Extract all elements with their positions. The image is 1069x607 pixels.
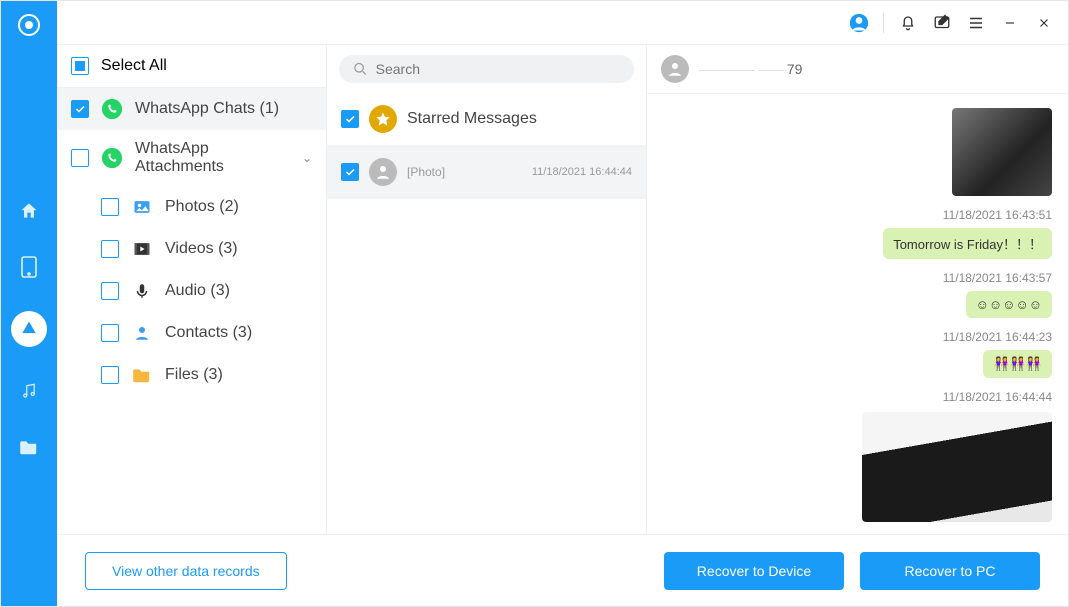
checkbox[interactable] [71, 100, 89, 118]
close-icon[interactable] [1034, 13, 1054, 33]
whatsapp-icon [101, 147, 123, 169]
message-photo[interactable] [952, 108, 1052, 196]
message-time: 11/18/2021 16:43:57 [943, 271, 1052, 285]
search-input[interactable] [376, 61, 620, 77]
nav-home-icon[interactable] [17, 199, 41, 223]
checkbox[interactable] [101, 198, 119, 216]
conversation-panel: ———— ——79 11/18/2021 16:43:51 Tomorrow i… [647, 45, 1068, 534]
tree-item-whatsapp-chats[interactable]: WhatsApp Chats (1) [57, 88, 326, 130]
bell-icon[interactable] [898, 13, 918, 33]
conversation-header: ———— ——79 [647, 45, 1068, 94]
checkbox[interactable] [101, 240, 119, 258]
search-box[interactable] [339, 55, 634, 83]
avatar-icon [661, 55, 689, 83]
top-toolbar [57, 1, 1068, 45]
select-all-label: Select All [101, 57, 167, 75]
tree-item-contacts[interactable]: Contacts (3) [57, 312, 326, 354]
files-icon [131, 364, 153, 386]
profile-icon[interactable] [849, 13, 869, 33]
nav-music-icon[interactable] [17, 379, 41, 403]
tree-item-audio[interactable]: Audio (3) [57, 270, 326, 312]
toolbar-divider [883, 13, 884, 33]
contacts-icon [131, 322, 153, 344]
message-time: 11/18/2021 16:44:44 [943, 390, 1052, 404]
photos-icon [131, 196, 153, 218]
checkbox[interactable] [341, 163, 359, 181]
avatar-icon [369, 158, 397, 186]
tree-item-photos[interactable]: Photos (2) [57, 186, 326, 228]
checkbox[interactable] [101, 366, 119, 384]
nav-cloud-icon[interactable] [11, 311, 47, 347]
star-icon [369, 105, 397, 133]
message-bubble: ☺☺☺☺☺ [966, 291, 1052, 318]
tree-item-label: Audio (3) [165, 282, 230, 300]
view-other-records-button[interactable]: View other data records [85, 552, 287, 590]
videos-icon [131, 238, 153, 260]
footer-bar: View other data records Recover to Devic… [57, 534, 1068, 606]
category-tree: Select All WhatsApp Chats (1) [57, 45, 327, 534]
contact-name: ———— ——79 [699, 61, 802, 77]
tree-item-label: Contacts (3) [165, 324, 252, 342]
chat-list-panel: Starred Messages [Photo] 11/18/2021 16:4… [327, 45, 647, 534]
whatsapp-icon [101, 98, 123, 120]
select-all-row[interactable]: Select All [57, 45, 326, 88]
chat-time: 11/18/2021 16:44:44 [532, 166, 632, 178]
tree-item-whatsapp-attachments[interactable]: WhatsApp Attachments ⌄ [57, 130, 326, 186]
tree-item-files[interactable]: Files (3) [57, 354, 326, 396]
search-icon [353, 61, 368, 77]
checkbox[interactable] [101, 324, 119, 342]
chat-row-starred[interactable]: Starred Messages [327, 93, 646, 146]
feedback-icon[interactable] [932, 13, 952, 33]
tree-item-label: Photos (2) [165, 198, 239, 216]
message-time: 11/18/2021 16:44:23 [943, 330, 1052, 344]
chevron-down-icon[interactable]: ⌄ [302, 151, 312, 165]
chat-label: Starred Messages [407, 110, 537, 128]
chat-preview: [Photo] [407, 165, 522, 179]
message-list[interactable]: 11/18/2021 16:43:51 Tomorrow is Friday！！… [647, 94, 1068, 534]
left-navbar [1, 1, 57, 606]
tree-item-label: WhatsApp Attachments [135, 140, 290, 176]
tree-item-videos[interactable]: Videos (3) [57, 228, 326, 270]
checkbox[interactable] [101, 282, 119, 300]
tree-item-label: Files (3) [165, 366, 223, 384]
recover-to-device-button[interactable]: Recover to Device [664, 552, 844, 590]
minimize-icon[interactable] [1000, 13, 1020, 33]
nav-device-icon[interactable] [17, 255, 41, 279]
menu-icon[interactable] [966, 13, 986, 33]
nav-folder-icon[interactable] [17, 435, 41, 459]
app-logo-icon [15, 11, 43, 39]
message-time: 11/18/2021 16:43:51 [943, 208, 1052, 222]
select-all-checkbox[interactable] [71, 57, 89, 75]
message-bubble: Tomorrow is Friday！！！ [883, 228, 1052, 259]
chat-row[interactable]: [Photo] 11/18/2021 16:44:44 [327, 146, 646, 199]
recover-to-pc-button[interactable]: Recover to PC [860, 552, 1040, 590]
audio-icon [131, 280, 153, 302]
checkbox[interactable] [71, 149, 89, 167]
checkbox[interactable] [341, 110, 359, 128]
tree-item-label: Videos (3) [165, 240, 238, 258]
message-bubble: 👭👭👭 [983, 350, 1052, 378]
message-photo[interactable] [862, 412, 1052, 522]
tree-item-label: WhatsApp Chats (1) [135, 100, 279, 118]
